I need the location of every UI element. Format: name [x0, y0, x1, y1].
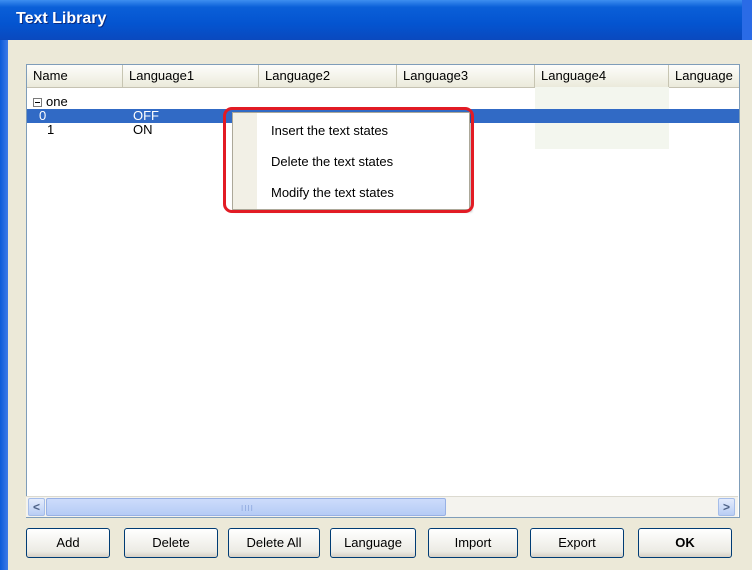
column-header-language1[interactable]: Language1	[123, 65, 259, 87]
menu-item-insert[interactable]: Insert the text states	[271, 123, 388, 138]
horizontal-scrollbar[interactable]: < IIII >	[26, 496, 738, 517]
scroll-thumb[interactable]: IIII	[46, 498, 446, 516]
ok-button[interactable]: OK	[638, 528, 732, 558]
column-header-language4[interactable]: Language4	[535, 65, 669, 87]
list-header: Name Language1 Language2 Language3 Langu…	[27, 65, 739, 88]
group-label: one	[46, 94, 68, 109]
column-header-language2[interactable]: Language2	[259, 65, 397, 87]
menu-item-delete[interactable]: Delete the text states	[271, 154, 393, 169]
cell-language1: ON	[133, 122, 153, 137]
export-button[interactable]: Export	[530, 528, 624, 558]
window-frame-left	[0, 40, 8, 570]
scroll-left-icon[interactable]: <	[28, 498, 45, 516]
cell-name: 1	[47, 122, 55, 137]
menu-gutter	[233, 113, 257, 209]
cell-name: 0	[39, 108, 47, 123]
add-button[interactable]: Add	[26, 528, 110, 558]
title-bar-edge	[742, 0, 752, 40]
grip-icon: IIII	[241, 504, 254, 513]
collapse-icon[interactable]	[33, 98, 42, 108]
tree-group-row[interactable]: one	[27, 95, 739, 109]
column-header-name[interactable]: Name	[27, 65, 123, 87]
title-bar[interactable]: Text Library	[0, 0, 752, 40]
column-header-language3[interactable]: Language3	[397, 65, 535, 87]
scroll-right-icon[interactable]: >	[718, 498, 735, 516]
context-menu: Insert the text states Delete the text s…	[232, 112, 470, 210]
import-button[interactable]: Import	[428, 528, 518, 558]
column-header-language5[interactable]: Language	[669, 65, 739, 87]
menu-item-modify[interactable]: Modify the text states	[271, 185, 394, 200]
delete-all-button[interactable]: Delete All	[228, 528, 320, 558]
window-title: Text Library	[16, 10, 107, 27]
delete-button[interactable]: Delete	[124, 528, 218, 558]
cell-language1: OFF	[133, 108, 159, 123]
language-button[interactable]: Language	[330, 528, 416, 558]
